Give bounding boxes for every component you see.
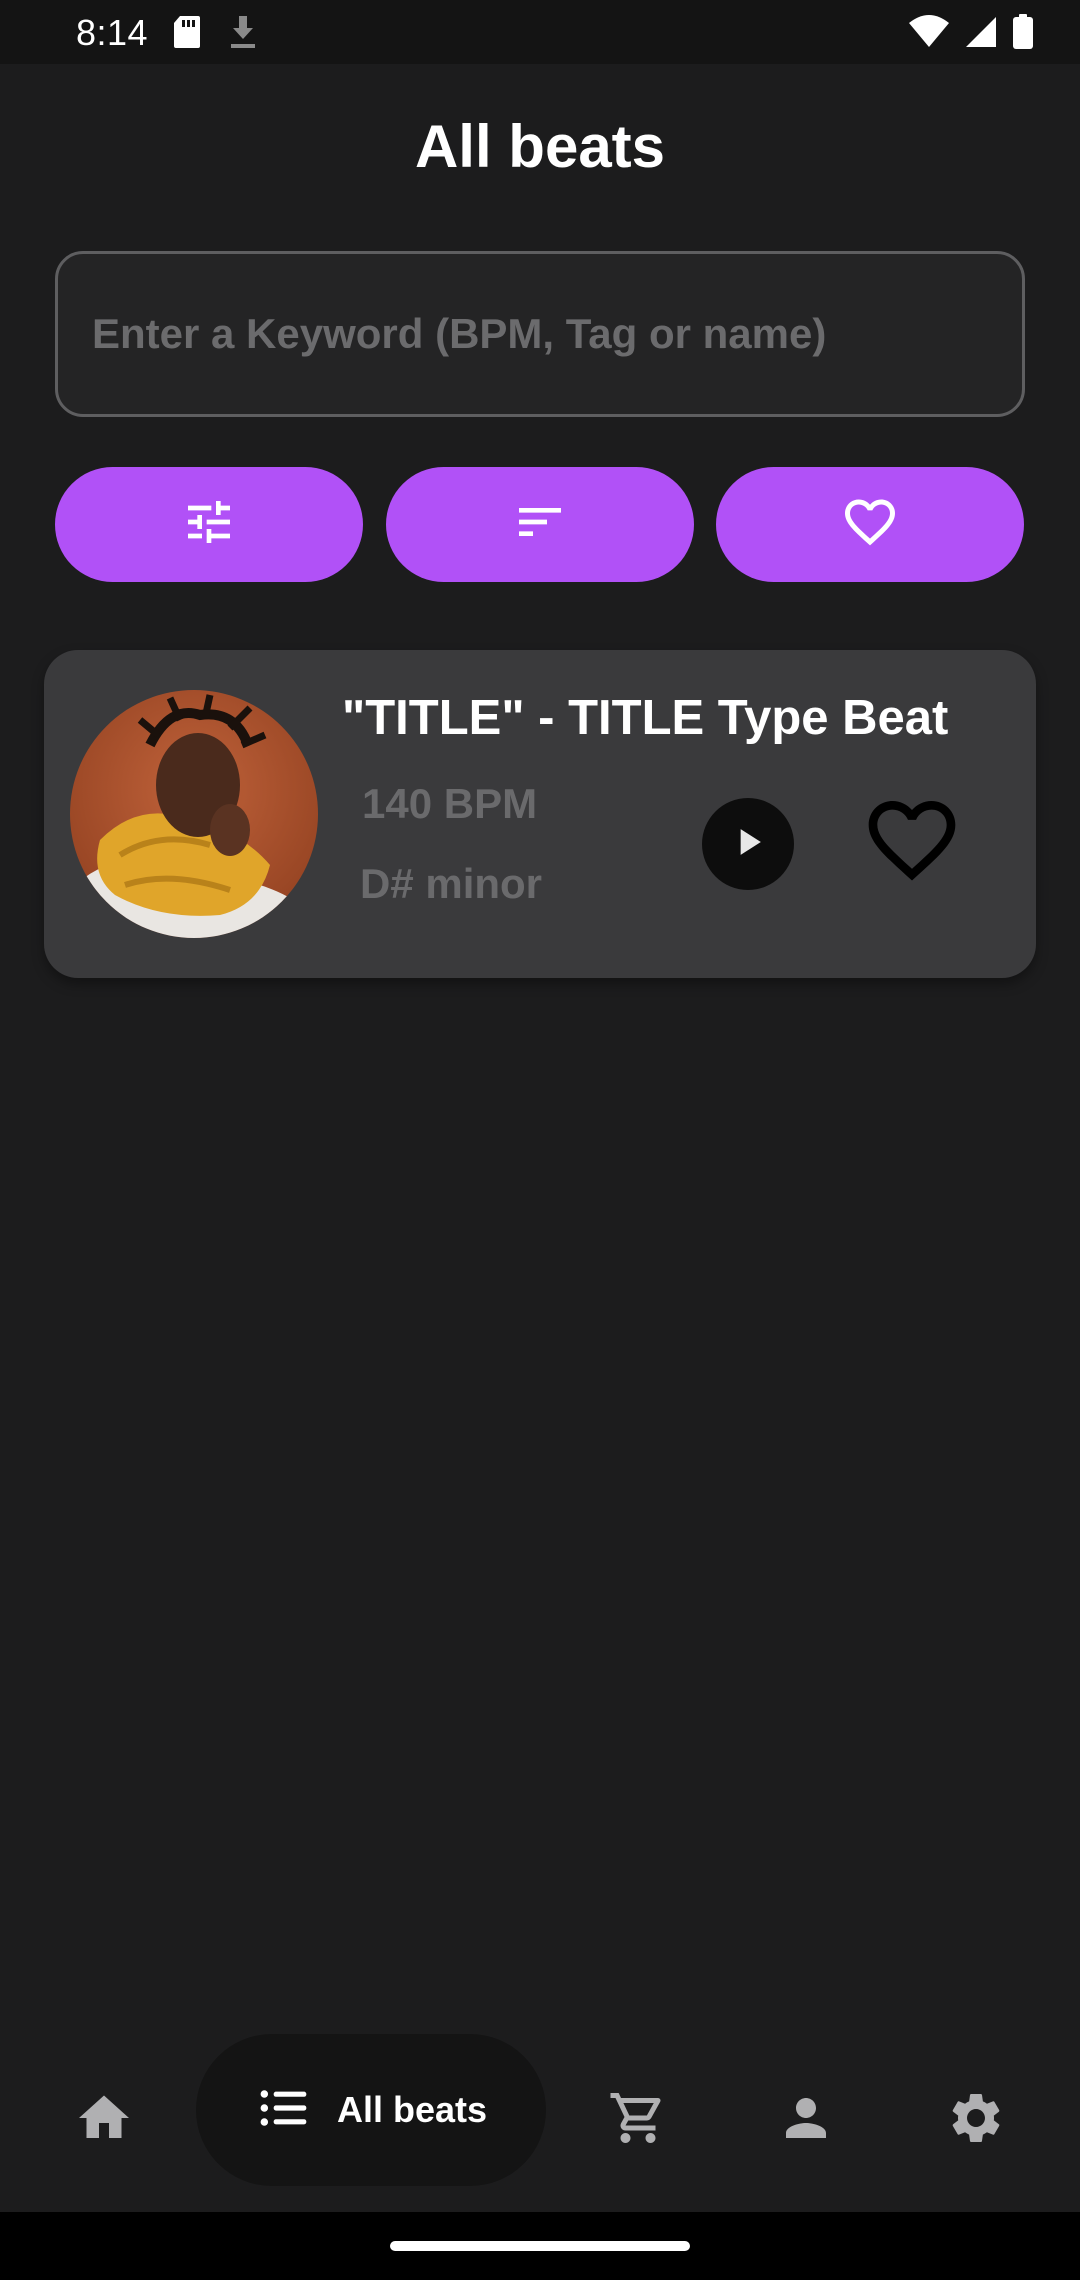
beat-cover-image xyxy=(70,690,318,938)
filter-button[interactable] xyxy=(55,467,363,582)
nav-profile[interactable] xyxy=(748,2020,864,2220)
heart-outline-icon xyxy=(840,492,900,557)
beat-bpm: 140 BPM xyxy=(362,780,538,827)
favorites-button[interactable] xyxy=(716,467,1024,582)
tune-icon xyxy=(181,494,237,555)
home-gesture-bar[interactable] xyxy=(390,2241,690,2251)
play-icon xyxy=(726,820,770,869)
play-button[interactable] xyxy=(702,798,794,890)
download-icon xyxy=(228,14,258,55)
search-box[interactable] xyxy=(55,251,1025,417)
person-icon xyxy=(776,2088,836,2153)
nav-all-beats[interactable]: All beats xyxy=(196,2034,546,2186)
list-icon xyxy=(255,2080,311,2141)
page-title: All beats xyxy=(414,113,666,180)
status-bar: 8:14 xyxy=(0,0,1080,64)
beat-favorite-button[interactable] xyxy=(862,792,962,892)
bottom-nav: All beats xyxy=(0,2020,1080,2220)
home-icon xyxy=(74,2088,134,2153)
beat-title: "TITLE" - TITLE Type Beat xyxy=(342,691,949,745)
beat-key: D# minor xyxy=(360,860,543,907)
sort-button[interactable] xyxy=(386,467,694,582)
sort-icon xyxy=(512,494,568,555)
status-time: 8:14 xyxy=(76,12,149,53)
nav-home[interactable] xyxy=(46,2020,162,2220)
signal-icon xyxy=(964,15,998,54)
nav-settings[interactable] xyxy=(918,2020,1034,2220)
nav-all-beats-label: All beats xyxy=(336,2089,488,2130)
battery-icon xyxy=(1012,14,1034,55)
gear-icon xyxy=(946,2088,1006,2153)
sd-card-icon xyxy=(172,14,202,55)
status-right-icons xyxy=(908,14,1034,55)
heart-outline-icon xyxy=(860,788,964,897)
nav-cart[interactable] xyxy=(580,2020,696,2220)
beat-card[interactable]: "TITLE" - TITLE Type Beat 140 BPM D# min… xyxy=(44,650,1036,978)
wifi-icon xyxy=(908,15,950,54)
search-input[interactable] xyxy=(92,254,992,414)
cart-icon xyxy=(608,2088,668,2153)
status-left-icons xyxy=(172,14,258,55)
